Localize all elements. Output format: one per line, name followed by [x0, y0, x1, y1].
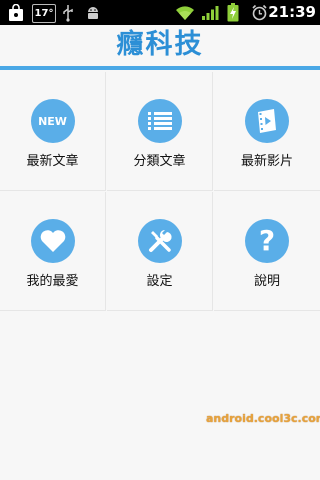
menu-item-latest-videos[interactable]: 最新影片 [214, 72, 320, 191]
battery-charging-icon [226, 3, 240, 22]
heart-icon [30, 219, 75, 263]
menu-item-latest-articles[interactable]: NEW 最新文章 [0, 72, 106, 191]
usb-icon [61, 3, 75, 22]
shopping-bag-icon [6, 3, 26, 22]
title-bar: 癮科技 [0, 25, 320, 70]
temperature-badge: 17° [32, 4, 56, 23]
alarm-icon [250, 3, 268, 22]
clock: 21:39 [268, 3, 316, 21]
menu-item-favorites[interactable]: 我的最愛 [0, 192, 106, 311]
menu-item-label: 設定 [146, 274, 173, 289]
signal-icon [200, 3, 220, 22]
menu-item-label: 最新文章 [26, 154, 79, 169]
menu-item-settings[interactable]: 設定 [107, 192, 213, 311]
menu-grid: NEW 最新文章 分類文章 最新影片 我的最愛 設定 ? 說明 [0, 72, 320, 312]
tools-icon [137, 219, 182, 263]
menu-item-label: 我的最愛 [26, 274, 79, 289]
menu-item-category-articles[interactable]: 分類文章 [107, 72, 213, 191]
app-title: 癮科技 [116, 29, 204, 60]
video-icon [245, 99, 289, 143]
menu-item-label: 說明 [253, 274, 280, 289]
menu-item-label: 分類文章 [133, 154, 186, 169]
menu-item-help[interactable]: ? 說明 [214, 192, 320, 311]
status-bar: 17° 21:39 [0, 0, 320, 25]
menu-item-label: 最新影片 [240, 154, 293, 169]
help-icon: ? [245, 219, 289, 263]
new-badge-icon: NEW [30, 99, 75, 143]
watermark: android.cool3c.com [206, 412, 320, 425]
android-debug-icon [85, 3, 101, 22]
wifi-icon [174, 3, 196, 22]
title-underline [0, 66, 320, 70]
list-icon [137, 99, 182, 143]
